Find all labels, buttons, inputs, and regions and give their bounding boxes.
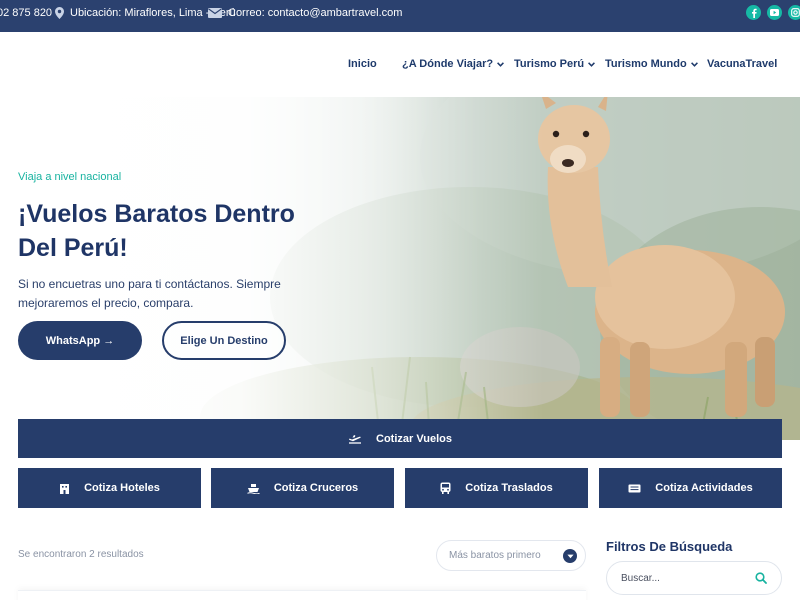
- nav-label: Turismo Perú: [514, 58, 585, 70]
- quote-flights-label: Cotizar Vuelos: [376, 432, 452, 445]
- whatsapp-button-label: WhatsApp →: [45, 334, 115, 347]
- sort-select[interactable]: Más baratos primero: [436, 540, 586, 571]
- filters-title: Filtros De Búsqueda: [606, 539, 733, 554]
- phone-text: 02 875 820: [0, 6, 53, 19]
- search-input[interactable]: [621, 572, 741, 584]
- chevron-down-icon: [497, 61, 505, 67]
- chevron-down-icon: [690, 61, 698, 67]
- quote-transfers-button[interactable]: Cotiza Traslados: [405, 468, 588, 508]
- nav-label: Turismo Mundo: [605, 58, 687, 70]
- choose-destination-button[interactable]: Elige Un Destino: [162, 321, 286, 360]
- quote-activities-button[interactable]: Cotiza Actividades: [599, 468, 782, 508]
- top-bar: 02 875 820 Ubicación: Miraflores, Lima -…: [0, 0, 800, 32]
- quote-hotels-label: Cotiza Hoteles: [84, 482, 160, 494]
- envelope-icon: [208, 7, 222, 18]
- email-text: Correo: contacto@ambartravel.com: [228, 6, 403, 19]
- email-info[interactable]: Correo: contacto@ambartravel.com: [208, 0, 402, 25]
- hero-eyebrow: Viaja a nivel nacional: [18, 171, 122, 183]
- quote-transfers-label: Cotiza Traslados: [465, 482, 553, 494]
- nav-item-a-donde-viajar[interactable]: ¿A Dónde Viajar?: [402, 56, 505, 72]
- chevron-down-icon: [588, 61, 596, 67]
- quote-flights-button[interactable]: Cotizar Vuelos: [18, 419, 782, 458]
- quote-cruises-button[interactable]: Cotiza Cruceros: [211, 468, 394, 508]
- chevron-down-icon: [563, 549, 577, 563]
- result-card[interactable]: [18, 590, 586, 600]
- ticket-icon: [628, 484, 641, 492]
- page: 02 875 820 Ubicación: Miraflores, Lima -…: [0, 0, 800, 600]
- nav-item-vacunatravel[interactable]: VacunaTravel: [707, 56, 777, 72]
- facebook-icon[interactable]: [746, 5, 761, 20]
- search-icon[interactable]: [755, 572, 767, 584]
- bus-icon: [440, 482, 451, 494]
- nav-label: Inicio: [348, 58, 377, 70]
- nav-item-turismo-peru[interactable]: Turismo Perú: [514, 56, 596, 72]
- nav-item-turismo-mundo[interactable]: Turismo Mundo: [605, 56, 698, 72]
- instagram-icon[interactable]: [788, 5, 800, 20]
- hero-overlay: [0, 97, 800, 440]
- hero-banner: Viaja a nivel nacional ¡Vuelos Baratos D…: [0, 97, 800, 440]
- nav-label: VacunaTravel: [707, 58, 778, 70]
- hotel-icon: [60, 483, 70, 494]
- location-pin-icon: [55, 6, 64, 19]
- sort-selected-value: Más baratos primero: [449, 550, 541, 561]
- quote-activities-label: Cotiza Actividades: [655, 482, 753, 494]
- hero-subtitle: Si no encuetras uno para ti contáctanos.…: [18, 277, 281, 310]
- phone-number[interactable]: 02 875 820: [0, 0, 52, 25]
- results-count: Se encontraron 2 resultados: [18, 549, 144, 560]
- nav-label: ¿A Dónde Viajar?: [402, 58, 494, 70]
- search-box: [606, 561, 782, 595]
- youtube-icon[interactable]: [767, 5, 782, 20]
- quote-hotels-button[interactable]: Cotiza Hoteles: [18, 468, 201, 508]
- quote-cruises-label: Cotiza Cruceros: [273, 482, 359, 494]
- plane-icon: [349, 435, 361, 444]
- ship-icon: [247, 483, 260, 494]
- choose-destination-label: Elige Un Destino: [180, 334, 268, 347]
- hero-title: ¡Vuelos Baratos Dentro Del Perú!: [18, 200, 295, 262]
- whatsapp-button[interactable]: WhatsApp →: [18, 321, 142, 360]
- main-navigation: Inicio ¿A Dónde Viajar? Turismo Perú Tur…: [0, 32, 800, 97]
- nav-item-inicio[interactable]: Inicio: [348, 56, 377, 72]
